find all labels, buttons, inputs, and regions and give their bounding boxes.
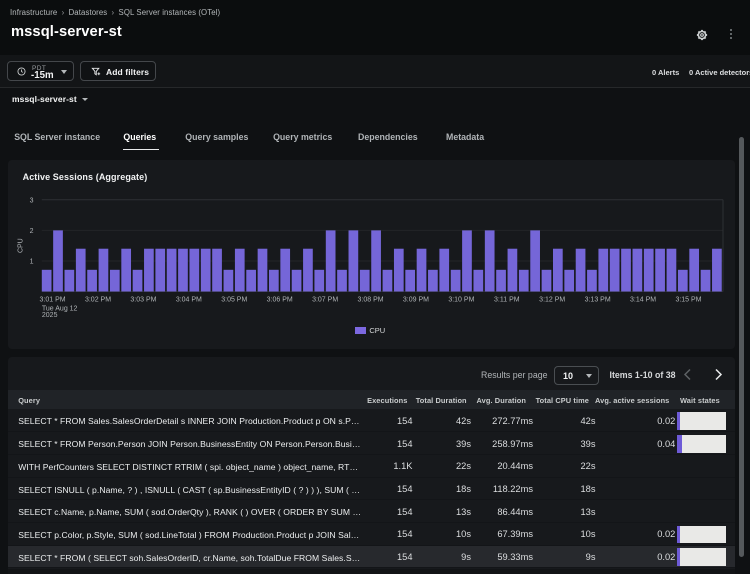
svg-text:2025: 2025 xyxy=(42,312,58,319)
svg-text:3:01 PM: 3:01 PM xyxy=(40,297,66,304)
svg-text:1: 1 xyxy=(30,258,34,265)
svg-text:3:13 PM: 3:13 PM xyxy=(585,297,611,304)
svg-text:3:12 PM: 3:12 PM xyxy=(539,297,565,304)
svg-text:3:08 PM: 3:08 PM xyxy=(358,297,384,304)
svg-text:3:05 PM: 3:05 PM xyxy=(221,297,247,304)
svg-text:3:11 PM: 3:11 PM xyxy=(494,297,520,304)
svg-text:3:03 PM: 3:03 PM xyxy=(130,297,156,304)
svg-text:CPU: CPU xyxy=(18,238,25,253)
svg-text:3:10 PM: 3:10 PM xyxy=(448,297,474,304)
svg-text:3:07 PM: 3:07 PM xyxy=(312,297,338,304)
svg-text:3:09 PM: 3:09 PM xyxy=(403,297,429,304)
svg-text:3: 3 xyxy=(30,197,34,204)
svg-text:3:04 PM: 3:04 PM xyxy=(176,297,202,304)
svg-text:3:02 PM: 3:02 PM xyxy=(85,297,111,304)
svg-text:3:15 PM: 3:15 PM xyxy=(675,297,701,304)
svg-text:3:14 PM: 3:14 PM xyxy=(630,297,656,304)
svg-text:3:06 PM: 3:06 PM xyxy=(267,297,293,304)
svg-text:2: 2 xyxy=(30,228,34,235)
